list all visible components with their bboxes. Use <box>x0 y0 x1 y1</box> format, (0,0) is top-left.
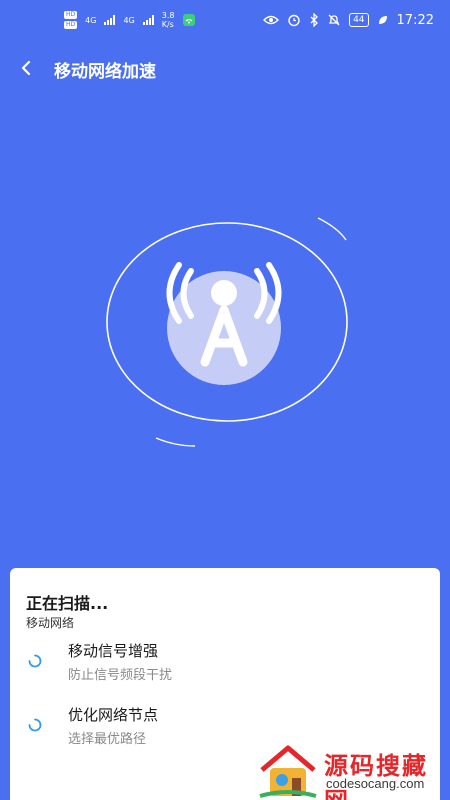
scan-radar <box>106 217 348 447</box>
loading-spinner-icon <box>28 654 42 668</box>
hd-badge: HD <box>64 21 78 29</box>
alarm-icon <box>288 14 300 27</box>
item-description: 防止信号频段干扰 <box>68 668 173 683</box>
battery-level: 44 <box>349 13 369 27</box>
scan-status-title: 正在扫描... <box>26 594 109 613</box>
item-title: 移动信号增强 <box>68 642 159 660</box>
item-title: 优化网络节点 <box>68 706 159 724</box>
bluetooth-icon <box>310 13 318 27</box>
network-type: 4G <box>123 15 135 25</box>
signal-bars-icon <box>142 15 154 25</box>
wifi-hotspot-icon <box>183 14 196 26</box>
item-description: 选择最优路径 <box>68 732 147 747</box>
scan-category: 移动网络 <box>26 616 75 630</box>
speed-value: 3.8 <box>161 11 175 20</box>
house-logo-icon <box>259 745 317 798</box>
watermark-url: codesocang.com <box>326 776 425 791</box>
hd-badges: HD HD <box>64 11 78 29</box>
list-item: 移动信号增强 防止信号频段干扰 <box>26 640 426 690</box>
watermark: 源码搜藏网 codesocang.com <box>256 742 450 800</box>
status-bar-right: 44 17:22 <box>263 13 434 28</box>
watermark-text: 源码搜藏网 <box>324 752 428 800</box>
network-type: 4G <box>85 15 97 25</box>
back-button[interactable] <box>14 54 38 82</box>
speed-unit: K/s <box>161 20 174 29</box>
network-speed: 3.8 K/s <box>162 11 175 29</box>
status-bar: HD HD 4G 4G 3.8 K/s 44 17:22 <box>0 0 450 40</box>
app-header: 移动网络加速 <box>0 48 450 88</box>
signal-tower-icon <box>166 262 282 385</box>
signal-bars-icon <box>104 15 116 25</box>
hd-badge: HD <box>64 11 78 19</box>
page-title: 移动网络加速 <box>54 62 156 82</box>
chevron-left-icon <box>21 60 31 76</box>
scan-arc-bottom <box>155 437 196 447</box>
eye-icon <box>263 15 280 25</box>
clock: 17:22 <box>396 12 434 28</box>
status-bar-left: HD HD 4G 4G 3.8 K/s <box>64 11 196 29</box>
scan-arc-top <box>317 217 347 241</box>
leaf-icon <box>378 16 387 24</box>
mute-bell-icon <box>328 14 340 26</box>
loading-spinner-icon <box>28 718 42 732</box>
